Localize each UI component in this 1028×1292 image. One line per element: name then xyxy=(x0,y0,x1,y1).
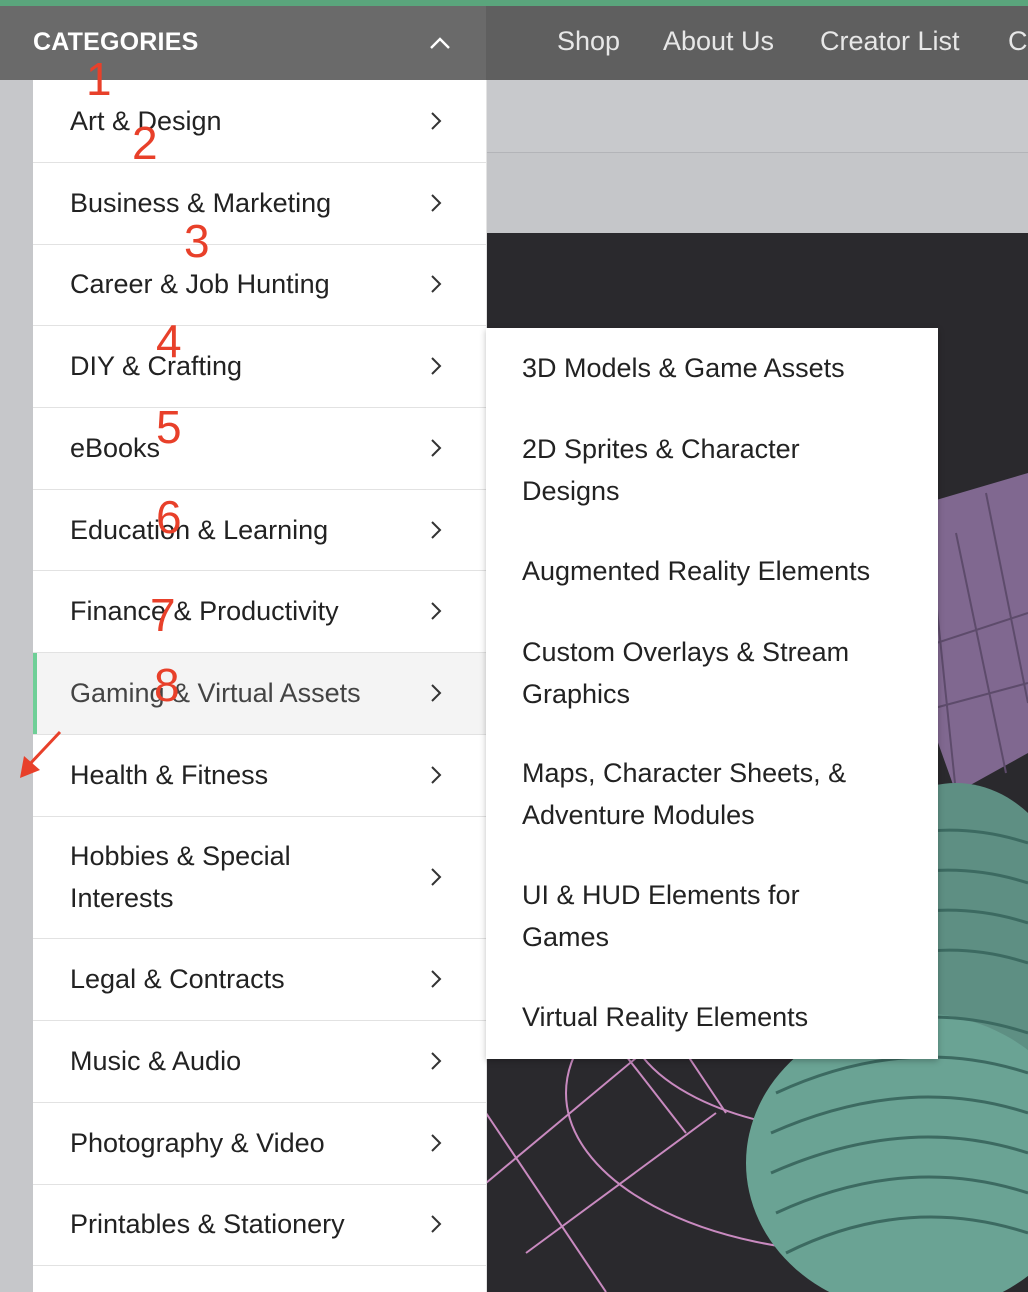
menu-item-label: Health & Fitness xyxy=(70,760,269,790)
chevron-right-icon xyxy=(431,1052,442,1070)
chevron-right-icon xyxy=(431,439,442,457)
chevron-right-icon xyxy=(431,275,442,293)
menu-item-label: Photography & Video xyxy=(70,1128,325,1158)
annotation-number: 8 xyxy=(154,659,180,711)
chevron-right-icon xyxy=(431,1134,442,1152)
nav-link-truncated[interactable]: C xyxy=(1008,26,1028,57)
submenu-item-virtual-reality[interactable]: Virtual Reality Elements xyxy=(522,996,912,1038)
submenu-item-augmented-reality[interactable]: Augmented Reality Elements xyxy=(522,550,912,592)
menu-item-career-job-hunting[interactable]: Career & Job Hunting xyxy=(33,245,486,326)
menu-item-health-fitness[interactable]: Health & Fitness xyxy=(33,735,486,817)
menu-item-diy-crafting[interactable]: DIY & Crafting xyxy=(33,326,486,408)
chevron-right-icon xyxy=(431,868,442,886)
submenu-item-ui-hud-elements[interactable]: UI & HUD Elements for Games xyxy=(522,874,842,958)
menu-item-label: Education & Learning xyxy=(70,515,329,545)
menu-item-education-learning[interactable]: Education & Learning xyxy=(33,490,486,571)
chevron-right-icon xyxy=(431,602,442,620)
menu-item-label: Gaming & Virtual Assets xyxy=(70,678,361,708)
active-indicator xyxy=(33,653,37,734)
categories-menu: Art & Design Business & Marketing Career… xyxy=(33,80,487,1292)
annotation-arrow-icon xyxy=(20,730,62,778)
menu-item-printables-stationery[interactable]: Printables & Stationery xyxy=(33,1185,486,1266)
menu-item-photography-video[interactable]: Photography & Video xyxy=(33,1103,486,1185)
chevron-right-icon xyxy=(431,194,442,212)
chevron-right-icon xyxy=(431,112,442,130)
annotation-number: 4 xyxy=(156,315,182,367)
chevron-right-icon xyxy=(431,1215,442,1233)
chevron-right-icon xyxy=(431,766,442,784)
menu-item-label: Printables & Stationery xyxy=(70,1209,345,1239)
nav-link-shop[interactable]: Shop xyxy=(557,26,620,57)
menu-item-gaming-virtual-assets[interactable]: Gaming & Virtual Assets xyxy=(33,653,486,735)
menu-item-label: Career & Job Hunting xyxy=(70,269,330,299)
chevron-right-icon xyxy=(431,357,442,375)
annotation-number: 1 xyxy=(86,53,112,105)
submenu-item-3d-models[interactable]: 3D Models & Game Assets xyxy=(522,347,912,389)
annotation-number: 3 xyxy=(184,215,210,267)
nav-link-creator-list[interactable]: Creator List xyxy=(820,26,960,57)
menu-item-label: eBooks xyxy=(70,433,161,463)
annotation-number: 6 xyxy=(156,491,182,543)
menu-item-label: Finance & Productivity xyxy=(70,596,339,626)
chevron-right-icon xyxy=(431,970,442,988)
annotation-number: 5 xyxy=(156,401,182,453)
chevron-right-icon xyxy=(431,521,442,539)
menu-item-legal-contracts[interactable]: Legal & Contracts xyxy=(33,939,486,1021)
categories-title: CATEGORIES xyxy=(33,28,199,56)
menu-item-label: Hobbies & Special Interests xyxy=(70,841,291,913)
gaming-submenu: 3D Models & Game Assets 2D Sprites & Cha… xyxy=(486,328,938,1059)
annotation-number: 7 xyxy=(150,589,176,641)
chevron-right-icon xyxy=(431,684,442,702)
menu-item-label: Music & Audio xyxy=(70,1046,242,1076)
nav-link-about-us[interactable]: About Us xyxy=(663,26,774,57)
left-gutter xyxy=(0,80,33,1292)
annotation-number: 2 xyxy=(132,117,158,169)
chevron-up-icon[interactable] xyxy=(426,32,454,54)
categories-header[interactable]: CATEGORIES xyxy=(0,6,486,80)
submenu-item-maps-character-sheets[interactable]: Maps, Character Sheets, & Adventure Modu… xyxy=(522,752,882,836)
menu-item-finance-productivity[interactable]: Finance & Productivity xyxy=(33,571,486,653)
menu-item-ebooks[interactable]: eBooks xyxy=(33,408,486,490)
menu-item-business-marketing[interactable]: Business & Marketing xyxy=(33,163,486,245)
menu-item-music-audio[interactable]: Music & Audio xyxy=(33,1021,486,1103)
submenu-item-custom-overlays[interactable]: Custom Overlays & Stream Graphics xyxy=(522,631,882,715)
submenu-item-2d-sprites[interactable]: 2D Sprites & Character Designs xyxy=(522,428,852,512)
menu-item-hobbies-special-interests[interactable]: Hobbies & Special Interests xyxy=(33,817,486,939)
menu-item-label: Legal & Contracts xyxy=(70,964,285,994)
